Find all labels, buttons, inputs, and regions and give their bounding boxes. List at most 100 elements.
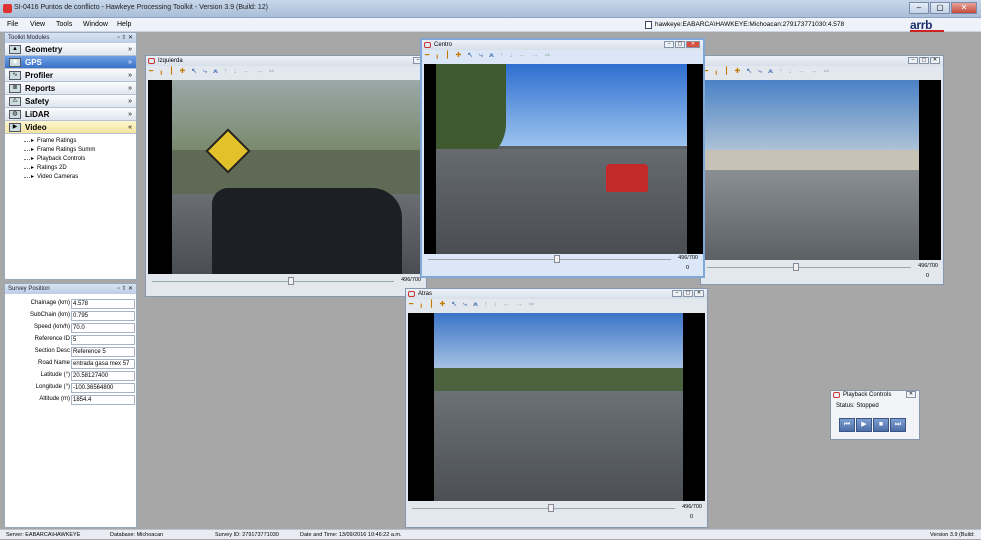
- toolbar-nav-tools[interactable]: ↑ ↓ ← → ⇨: [500, 52, 553, 59]
- camera-icon: [833, 392, 840, 398]
- video-window-izquierda[interactable]: Izquierda – ━ ╻ ┃ ✚ ↖ ⤷ ⩕ ↑ ↓ ← → ⇨ 496/…: [145, 55, 427, 297]
- toolbar-select-tools[interactable]: ↖ ⤷ ⩕: [451, 301, 480, 308]
- toolbar-select-tools[interactable]: ↖ ⤷ ⩕: [746, 68, 775, 75]
- panel-controls[interactable]: ▫ ⇧ ✕: [117, 284, 133, 294]
- field-value[interactable]: 4.578: [71, 299, 135, 309]
- field-value[interactable]: 0.795: [71, 311, 135, 321]
- module-reports[interactable]: ≣ Reports »: [5, 82, 136, 95]
- slider-thumb[interactable]: [288, 277, 294, 285]
- maximize-button[interactable]: ▢: [930, 2, 950, 14]
- toolbar-nav-tools[interactable]: ↑ ↓ ← → ⇨: [779, 68, 832, 75]
- video-toolbar: ━ ╻ ┃ ✚ ↖ ⤷ ⩕ ↑ ↓ ← → ⇨: [701, 66, 943, 77]
- close-icon[interactable]: ✕: [906, 391, 916, 398]
- slider-thumb[interactable]: [554, 255, 560, 263]
- module-safety[interactable]: ⚠ Safety »: [5, 95, 136, 108]
- tree-item-playback-controls[interactable]: Playback Controls: [5, 155, 136, 164]
- minimize-button[interactable]: –: [909, 2, 929, 14]
- video-window-atras[interactable]: Atras – ▢ ✕ ━ ╻ ┃ ✚ ↖ ⤷ ⩕ ↑ ↓ ← → ⇨ 496/70…: [405, 288, 708, 528]
- toolbar-nav-tools[interactable]: ↑ ↓ ← → ⇨: [484, 301, 537, 308]
- frame-slider[interactable]: 496/700 0: [408, 503, 705, 520]
- toolbar-select-tools[interactable]: ↖ ⤷ ⩕: [191, 68, 220, 75]
- tree-item-frame-ratings-summ[interactable]: Frame Ratings Summ: [5, 146, 136, 155]
- chevron-down-icon: »: [128, 59, 132, 66]
- geometry-icon: ▲: [9, 45, 21, 54]
- close-button[interactable]: ✕: [694, 290, 704, 297]
- toolbar-orange-tools[interactable]: ━ ╻ ┃ ✚: [704, 68, 742, 75]
- toolbar-orange-tools[interactable]: ━ ╻ ┃ ✚: [409, 301, 447, 308]
- scene: [172, 80, 424, 274]
- logo-underline: [910, 30, 944, 32]
- frame-slider[interactable]: 496/700 0: [703, 262, 941, 279]
- survey-row-longitude: Longitude (°) -100.36564800: [5, 383, 138, 393]
- video-tree: Frame Ratings Frame Ratings Summ Playbac…: [5, 134, 136, 182]
- video-frame-atras: [408, 313, 705, 501]
- module-video[interactable]: ▶ Video «: [5, 121, 136, 134]
- video-toolbar: ━ ╻ ┃ ✚ ↖ ⤷ ⩕ ↑ ↓ ← → ⇨: [422, 50, 703, 61]
- tree-item-ratings-2d[interactable]: Ratings 2D: [5, 164, 136, 173]
- module-geometry[interactable]: ▲ Geometry »: [5, 43, 136, 56]
- play-button[interactable]: ▶: [856, 418, 872, 432]
- chevron-down-icon: »: [128, 46, 132, 53]
- minimize-button[interactable]: –: [672, 290, 682, 297]
- arrb-logo: arrb: [910, 19, 952, 32]
- frame-slider[interactable]: 496/700 0: [424, 254, 701, 271]
- video-window-centro[interactable]: Centro – ▢ ✕ ━ ╻ ┃ ✚ ↖ ⤷ ⩕ ↑ ↓ ← → ⇨ 496/7…: [420, 38, 705, 278]
- video-window-derecha[interactable]: – ▢ ✕ ━ ╻ ┃ ✚ ↖ ⤷ ⩕ ↑ ↓ ← → ⇨ 496/700 0: [700, 55, 944, 285]
- field-label: Chainage (km): [30, 300, 70, 306]
- tree-item-video-cameras[interactable]: Video Cameras: [5, 173, 136, 182]
- field-value[interactable]: entrada gasa mex 57: [71, 359, 135, 369]
- survey-row-latitude: Latitude (°) 20.58127400: [5, 371, 138, 381]
- module-label: Video: [25, 123, 47, 132]
- trees: [172, 80, 424, 150]
- maximize-button[interactable]: ▢: [919, 57, 929, 64]
- skip-back-button[interactable]: ⏮: [839, 418, 855, 432]
- field-value[interactable]: 1854.4: [71, 395, 135, 405]
- slider-thumb[interactable]: [793, 263, 799, 271]
- menu-view[interactable]: View: [30, 21, 45, 28]
- close-button[interactable]: ✕: [686, 41, 700, 48]
- window-titlebar: SI-0416 Puntos de conflicto - Hawkeye Pr…: [0, 0, 981, 18]
- menu-tools[interactable]: Tools: [56, 21, 72, 28]
- frame-offset: 0: [685, 265, 689, 271]
- field-value[interactable]: 20.58127400: [71, 371, 135, 381]
- toolbar-nav-tools[interactable]: ↑ ↓ ← → ⇨: [224, 68, 277, 75]
- close-button[interactable]: ✕: [951, 2, 977, 14]
- scene: [703, 80, 919, 260]
- survey-row-reference-id: Reference ID 5: [5, 335, 138, 345]
- slider-thumb[interactable]: [548, 504, 554, 512]
- video-icon: ▶: [9, 123, 21, 132]
- maximize-button[interactable]: ▢: [675, 41, 685, 48]
- menu-help[interactable]: Help: [117, 21, 131, 28]
- survey-panel-title: Survey Position: [8, 286, 50, 292]
- minimize-button[interactable]: –: [908, 57, 918, 64]
- field-value[interactable]: 5: [71, 335, 135, 345]
- chevron-down-icon: »: [128, 72, 132, 79]
- frame-counter: 496/700: [682, 504, 702, 510]
- tree-item-frame-ratings[interactable]: Frame Ratings: [5, 137, 136, 146]
- chevron-down-icon: »: [128, 111, 132, 118]
- field-value[interactable]: 70.0: [71, 323, 135, 333]
- chevron-up-icon: «: [128, 124, 132, 131]
- field-value[interactable]: Reference 5: [71, 347, 135, 357]
- menu-window[interactable]: Window: [83, 21, 108, 28]
- skip-forward-button[interactable]: ⏭: [890, 418, 906, 432]
- menu-file[interactable]: File: [7, 21, 18, 28]
- module-lidar[interactable]: ◍ LiDAR »: [5, 108, 136, 121]
- toolbar-select-tools[interactable]: ↖ ⤷ ⩕: [467, 52, 496, 59]
- frame-counter: 496/700: [678, 255, 698, 261]
- video-toolbar: ━ ╻ ┃ ✚ ↖ ⤷ ⩕ ↑ ↓ ← → ⇨: [146, 66, 426, 77]
- maximize-button[interactable]: ▢: [683, 290, 693, 297]
- playback-controls-window: Playback Controls ✕ Status: Stopped ⏮ ▶ …: [830, 390, 920, 440]
- panel-controls[interactable]: ▫ ⇧ ✕: [117, 33, 133, 43]
- field-label: Longitude (°): [35, 384, 70, 390]
- toolbar-orange-tools[interactable]: ━ ╻ ┃ ✚: [425, 52, 463, 59]
- toolbar-orange-tools[interactable]: ━ ╻ ┃ ✚: [149, 68, 187, 75]
- minimize-button[interactable]: –: [664, 41, 674, 48]
- module-gps[interactable]: ◉ GPS »: [5, 56, 136, 69]
- frame-slider[interactable]: 496/700: [148, 276, 424, 286]
- field-value[interactable]: -100.36564800: [71, 383, 135, 393]
- stop-button[interactable]: ■: [873, 418, 889, 432]
- window-header: – ▢ ✕: [701, 56, 943, 66]
- close-button[interactable]: ✕: [930, 57, 940, 64]
- module-profiler[interactable]: ∿ Profiler »: [5, 69, 136, 82]
